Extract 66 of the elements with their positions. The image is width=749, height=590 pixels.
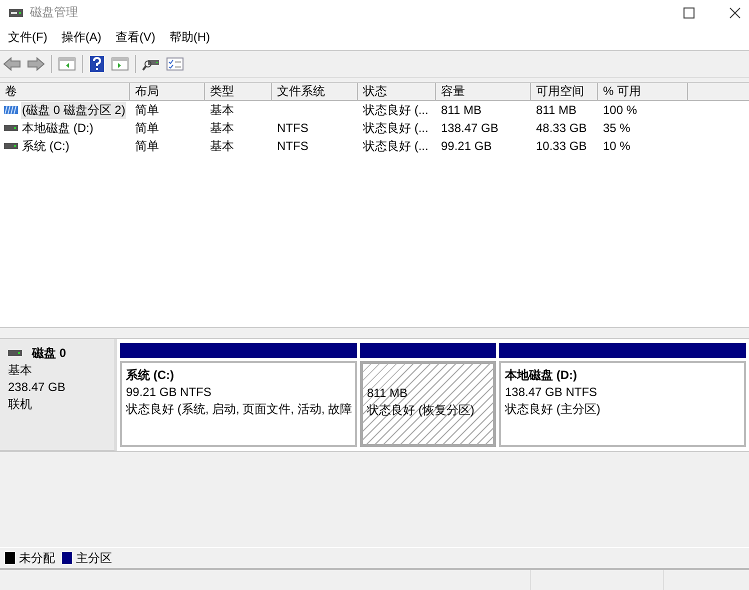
help-icon[interactable] <box>89 55 105 73</box>
window-title: 磁盘管理 <box>30 4 78 21</box>
partition-status: 状态良好 (恢复分区) <box>367 402 476 419</box>
table-cell: 简单 <box>135 120 159 136</box>
legend-label: 主分区 <box>76 550 112 566</box>
menu-item[interactable]: 文件(F) <box>2 29 54 46</box>
partition-block[interactable]: 本地磁盘 (D:) 138.47 GB NTFS 状态良好 (主分区) <box>499 361 746 447</box>
table-cell: 811 MB <box>441 103 482 117</box>
partition-status: 状态良好 (主分区) <box>505 401 602 418</box>
table-cell: 10 % <box>603 139 630 153</box>
table-cell: 10.33 GB <box>536 139 587 153</box>
column-header[interactable]: 布局 <box>130 83 205 101</box>
forward-arrow-icon[interactable] <box>27 56 45 72</box>
partition-name: 本地磁盘 (D:) <box>505 367 578 384</box>
table-cell: 简单 <box>135 138 159 154</box>
maximize-icon[interactable] <box>683 6 695 18</box>
table-cell: 138.47 GB <box>441 121 498 135</box>
column-header[interactable]: 文件系统 <box>272 83 358 101</box>
column-header[interactable]: % 可用 <box>598 83 688 101</box>
drive-icon <box>4 142 18 150</box>
table-cell: 状态良好 (... <box>363 138 428 154</box>
table-cell: 811 MB <box>536 103 576 117</box>
table-cell: NTFS <box>277 121 308 135</box>
striped-partition-icon <box>4 106 18 114</box>
partition-block[interactable]: 系统 (C:) 99.21 GB NTFS 状态良好 (系统, 启动, 页面文件, 活动, 故障 <box>120 361 357 447</box>
table-cell: 基本 <box>210 102 234 118</box>
table-cell: 100 % <box>603 103 638 117</box>
disk-status: 联机 <box>8 396 33 412</box>
disk-name: 磁盘 0 <box>32 345 66 361</box>
panel-icon[interactable] <box>111 56 129 72</box>
table-cell: 48.33 GB <box>536 121 587 135</box>
menu-item[interactable]: 查看(V) <box>109 29 162 46</box>
disk-type: 基本 <box>8 362 33 378</box>
partition-size: 811 MB <box>367 385 408 402</box>
table-cell: 基本 <box>210 138 234 154</box>
volume-name[interactable]: 系统 (C:) <box>21 138 70 154</box>
disk-size: 238.47 GB <box>8 379 66 395</box>
column-header[interactable]: 卷 <box>0 83 130 101</box>
legend-label: 未分配 <box>19 550 55 566</box>
panel-icon[interactable] <box>58 56 76 72</box>
close-icon[interactable] <box>729 6 741 18</box>
table-cell: 状态良好 (... <box>363 120 428 136</box>
table-cell: 状态良好 (... <box>363 102 428 118</box>
drive-icon <box>4 124 18 132</box>
table-cell: 99.21 GB <box>441 139 492 153</box>
partition-size: 99.21 GB NTFS <box>126 384 212 401</box>
column-header[interactable]: 容量 <box>436 83 531 101</box>
table-cell: NTFS <box>277 139 308 153</box>
checklist-icon[interactable] <box>166 56 184 72</box>
volume-name[interactable]: 本地磁盘 (D:) <box>21 120 94 136</box>
partition-name: 系统 (C:) <box>126 367 175 384</box>
column-header[interactable]: 类型 <box>205 83 272 101</box>
volume-name[interactable]: (磁盘 0 磁盘分区 2) <box>21 102 126 118</box>
table-cell: 35 % <box>603 121 630 135</box>
table-cell: 基本 <box>210 120 234 136</box>
back-arrow-icon[interactable] <box>3 56 21 72</box>
menu-item[interactable]: 操作(A) <box>55 29 108 46</box>
menu-item[interactable]: 帮助(H) <box>163 29 216 46</box>
column-header[interactable]: 状态 <box>358 83 436 101</box>
column-header[interactable]: 可用空间 <box>531 83 598 101</box>
disk-info-panel[interactable]: 磁盘 0 基本 238.47 GB 联机 <box>0 339 117 451</box>
partition-size: 138.47 GB NTFS <box>505 384 598 401</box>
partition-status: 状态良好 (系统, 启动, 页面文件, 活动, 故障 <box>126 401 351 418</box>
table-cell: 简单 <box>135 102 159 118</box>
drive-icon <box>8 349 22 357</box>
partition-block[interactable]: 811 MB 状态良好 (恢复分区) <box>360 361 496 447</box>
